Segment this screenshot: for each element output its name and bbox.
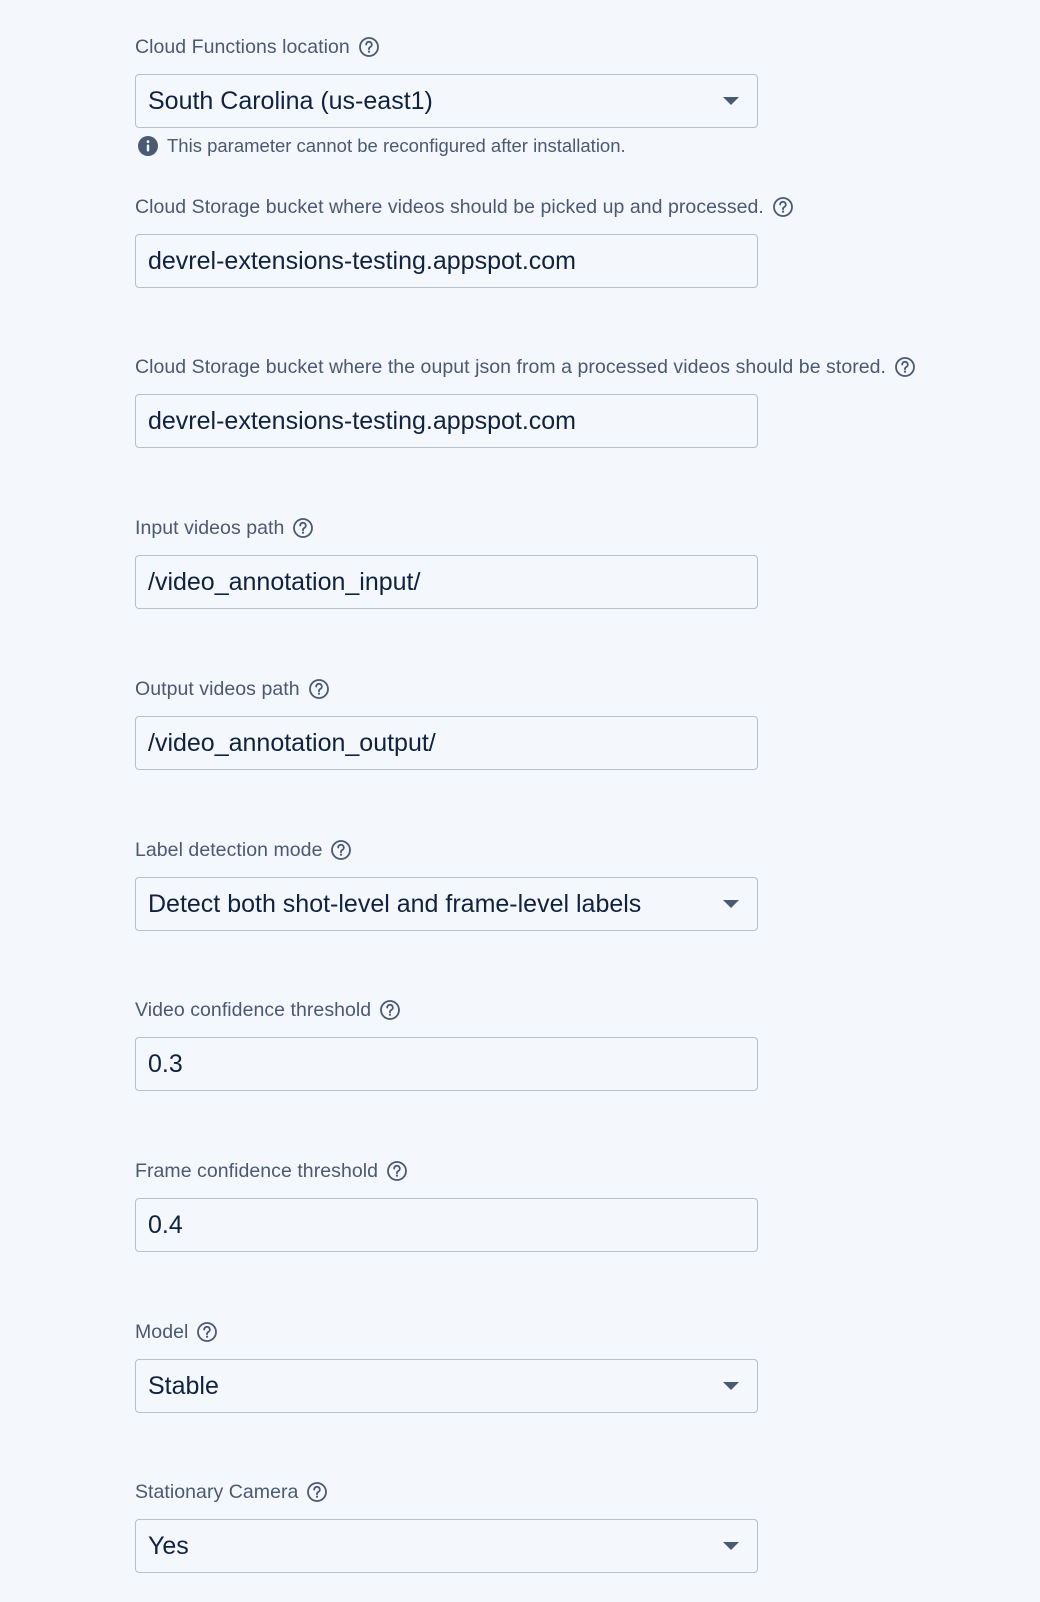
dropdown-arrow-icon xyxy=(723,900,739,908)
input-value: /video_annotation_input/ xyxy=(148,567,421,596)
field-label-row: Frame confidence threshold xyxy=(135,1159,1035,1183)
input-videos-path-field[interactable]: /video_annotation_input/ xyxy=(135,555,758,609)
stationary-camera-select[interactable]: Yes xyxy=(135,1519,758,1573)
field-stationary-camera: Stationary Camera Yes xyxy=(135,1480,1035,1573)
video-confidence-threshold-field[interactable]: 0.3 xyxy=(135,1037,758,1091)
help-circle-icon[interactable] xyxy=(292,517,314,539)
field-label-detection-mode: Label detection mode Detect both shot-le… xyxy=(135,838,1035,931)
field-label: Cloud Functions location xyxy=(135,35,350,58)
field-label: Video confidence threshold xyxy=(135,998,372,1021)
dropdown-arrow-icon xyxy=(723,97,739,105)
input-value: 0.4 xyxy=(148,1210,183,1239)
help-circle-icon[interactable] xyxy=(308,678,330,700)
field-label: Input videos path xyxy=(135,516,285,539)
field-label-row: Video confidence threshold xyxy=(135,998,1035,1022)
field-frame-confidence-threshold: Frame confidence threshold 0.4 xyxy=(135,1159,1035,1252)
select-value: Yes xyxy=(148,1531,189,1560)
field-input-videos-path: Input videos path /video_annotation_inpu… xyxy=(135,516,1035,609)
field-model: Model Stable xyxy=(135,1320,1035,1413)
help-circle-icon[interactable] xyxy=(894,356,916,378)
field-label: Frame confidence threshold xyxy=(135,1159,379,1182)
field-label: Cloud Storage bucket where videos should… xyxy=(135,195,764,218)
dropdown-arrow-icon xyxy=(723,1542,739,1550)
frame-confidence-threshold-field[interactable]: 0.4 xyxy=(135,1198,758,1252)
input-value: devrel-extensions-testing.appspot.com xyxy=(148,406,577,435)
field-label: Output videos path xyxy=(135,677,300,700)
input-value: 0.3 xyxy=(148,1049,183,1078)
field-label-row: Label detection mode xyxy=(135,838,1035,862)
help-circle-icon[interactable] xyxy=(379,999,401,1021)
help-circle-icon[interactable] xyxy=(306,1481,328,1503)
help-circle-icon[interactable] xyxy=(386,1160,408,1182)
note-text: This parameter cannot be reconfigured af… xyxy=(167,135,626,156)
help-circle-icon[interactable] xyxy=(358,36,380,58)
field-label: Stationary Camera xyxy=(135,1480,299,1503)
field-input-bucket: Cloud Storage bucket where videos should… xyxy=(135,195,1035,288)
field-label-row: Model xyxy=(135,1320,1035,1344)
field-label-row: Cloud Storage bucket where videos should… xyxy=(135,195,1035,219)
field-label-row: Cloud Storage bucket where the ouput jso… xyxy=(135,355,1035,379)
field-label-row: Cloud Functions location xyxy=(135,35,1035,59)
dropdown-arrow-icon xyxy=(723,1382,739,1390)
field-label-row: Output videos path xyxy=(135,677,1035,701)
select-value: Detect both shot-level and frame-level l… xyxy=(148,889,642,918)
select-value: Stable xyxy=(148,1371,219,1400)
cloud-functions-location-select[interactable]: South Carolina (us-east1) xyxy=(135,74,758,128)
model-select[interactable]: Stable xyxy=(135,1359,758,1413)
help-circle-icon[interactable] xyxy=(772,196,794,218)
immutable-parameter-note: This parameter cannot be reconfigured af… xyxy=(137,135,626,157)
label-detection-mode-select[interactable]: Detect both shot-level and frame-level l… xyxy=(135,877,758,931)
input-value: devrel-extensions-testing.appspot.com xyxy=(148,246,577,275)
field-output-videos-path: Output videos path /video_annotation_out… xyxy=(135,677,1035,770)
field-cloud-functions-location: Cloud Functions location South Carolina … xyxy=(135,35,1035,156)
field-label: Model xyxy=(135,1320,189,1343)
field-label-row: Stationary Camera xyxy=(135,1480,1035,1504)
field-label: Cloud Storage bucket where the ouput jso… xyxy=(135,355,887,378)
input-bucket-field[interactable]: devrel-extensions-testing.appspot.com xyxy=(135,234,758,288)
output-bucket-field[interactable]: devrel-extensions-testing.appspot.com xyxy=(135,394,758,448)
select-value: South Carolina (us-east1) xyxy=(148,86,433,115)
field-label: Label detection mode xyxy=(135,838,323,861)
field-video-confidence-threshold: Video confidence threshold 0.3 xyxy=(135,998,1035,1091)
help-circle-icon[interactable] xyxy=(196,1321,218,1343)
input-value: /video_annotation_output/ xyxy=(148,728,436,757)
field-output-bucket: Cloud Storage bucket where the ouput jso… xyxy=(135,355,1035,448)
field-label-row: Input videos path xyxy=(135,516,1035,540)
help-circle-icon[interactable] xyxy=(330,839,352,861)
info-icon xyxy=(137,135,159,157)
output-videos-path-field[interactable]: /video_annotation_output/ xyxy=(135,716,758,770)
